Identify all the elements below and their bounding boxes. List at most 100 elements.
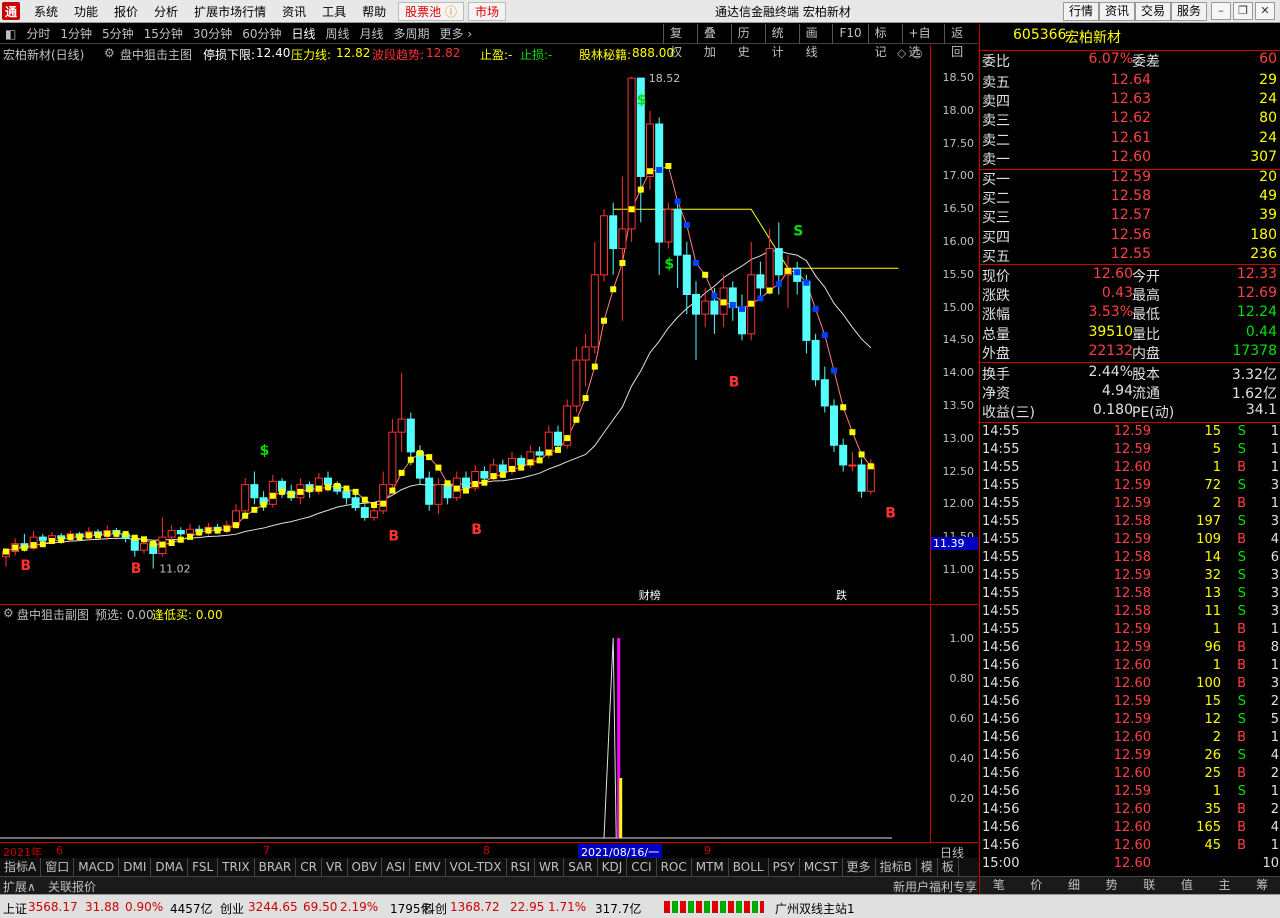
period-multi[interactable]: 多周期	[389, 25, 435, 42]
indicator-tab-22[interactable]: PSY	[769, 858, 800, 876]
candle	[609, 202, 618, 293]
stock-pool-button[interactable]: 股票池 ⓘ	[398, 1, 464, 21]
indicator-tab-8[interactable]: CR	[296, 858, 322, 876]
circle-icon[interactable]: ○	[912, 46, 922, 60]
indicator-tab-12[interactable]: EMV	[410, 858, 446, 876]
tick-volume: 32	[1204, 568, 1221, 583]
indicator-tab-14[interactable]: RSI	[507, 858, 536, 876]
stat-row: 涨幅 3.53% 最低 12.24	[980, 304, 1280, 323]
related-quote-button[interactable]: 关联报价	[48, 878, 96, 895]
stat2-value: 0.180	[1092, 402, 1133, 419]
panel-tab-6[interactable]: 主	[1206, 877, 1244, 894]
indicator-tab-26[interactable]: 模	[917, 858, 938, 876]
stat2-row: 换手 2.44% 股本 3.32亿	[980, 364, 1280, 383]
indicator-tab-18[interactable]: CCI	[627, 858, 657, 876]
indicator-tab-15[interactable]: WR	[535, 858, 565, 876]
promo-link[interactable]: 新用户福利专享	[893, 878, 977, 895]
menu-news[interactable]: 资讯	[274, 3, 314, 20]
panel-tab-7[interactable]: 筹	[1243, 877, 1280, 894]
sub-indicator-name[interactable]: 盘中狙击副图	[17, 606, 89, 623]
panel-tab-1[interactable]: 价	[1018, 877, 1056, 894]
indicator-tab-6[interactable]: TRIX	[218, 858, 255, 876]
indicator-tab-10[interactable]: OBV	[348, 858, 383, 876]
menu-quote[interactable]: 报价	[106, 3, 146, 20]
stats-button[interactable]: 统计	[764, 24, 799, 59]
period-monthly[interactable]: 月线	[355, 25, 389, 42]
news-tab-button[interactable]: 资讯	[1099, 2, 1136, 21]
period-intraday[interactable]: 分时	[21, 25, 55, 42]
gear-icon[interactable]: ⚙	[104, 46, 115, 60]
period-30min[interactable]: 30分钟	[188, 25, 237, 42]
indicator-tab-11[interactable]: ASI	[382, 858, 411, 876]
indicator-tab-13[interactable]: VOL-TDX	[446, 858, 507, 876]
panel-tab-0[interactable]: 笔	[980, 877, 1018, 894]
period-15min[interactable]: 15分钟	[139, 25, 188, 42]
buy-label: 买二	[982, 191, 1010, 208]
diamond-icon[interactable]: ◇	[897, 46, 906, 60]
server-label[interactable]: 广州双线主站1	[775, 900, 855, 917]
stat-label2: 量比	[1132, 326, 1160, 343]
draw-button[interactable]: 画线	[798, 24, 833, 59]
period-daily[interactable]: 日线	[286, 25, 320, 42]
period-more[interactable]: 更多 ›	[435, 25, 478, 42]
indicator-tab-9[interactable]: VR	[322, 858, 348, 876]
history-button[interactable]: 历史	[730, 24, 765, 59]
overlay-button[interactable]: 叠加	[696, 24, 731, 59]
indicator-tab-2[interactable]: MACD	[74, 858, 120, 876]
annotation-drop[interactable]: 跌	[836, 588, 847, 602]
menu-tools[interactable]: 工具	[314, 3, 354, 20]
main-indicator-name[interactable]: 盘中狙击主图	[120, 46, 192, 63]
add-watchlist-button[interactable]: +自选	[901, 24, 945, 59]
panel-tab-2[interactable]: 细	[1055, 877, 1093, 894]
tick-price: 12.60	[1113, 838, 1151, 853]
period-60min[interactable]: 60分钟	[237, 25, 286, 42]
trade-tab-button[interactable]: 交易	[1135, 2, 1172, 21]
period-weekly[interactable]: 周线	[321, 25, 355, 42]
menu-help[interactable]: 帮助	[354, 3, 394, 20]
indicator-tab-1[interactable]: 窗口	[41, 858, 75, 876]
adjust-button[interactable]: 复权	[663, 24, 697, 59]
indicator-tab-20[interactable]: MTM	[692, 858, 729, 876]
indicator-tab-7[interactable]: BRAR	[255, 858, 297, 876]
candlestick-chart[interactable]: B B B B B B $ $ S $18.52 11.02 财榜 跌	[0, 63, 930, 603]
mark-button[interactable]: 标记	[867, 24, 902, 59]
indicator-tab-24[interactable]: 更多	[843, 858, 876, 876]
menu-system[interactable]: 系统	[26, 3, 66, 20]
indicator-tab-4[interactable]: DMA	[151, 858, 189, 876]
sub-indicator-chart[interactable]	[0, 622, 930, 842]
panel-tab-4[interactable]: 联	[1131, 877, 1169, 894]
tick-side: S	[1237, 478, 1246, 493]
panel-toggle-icon[interactable]: ◧	[0, 27, 21, 41]
menu-function[interactable]: 功能	[66, 3, 106, 20]
annotation-fin[interactable]: 财榜	[639, 588, 661, 602]
sell-price: 12.63	[1110, 91, 1151, 108]
f10-button[interactable]: F10	[832, 24, 867, 44]
indicator-tab-0[interactable]: 指标A	[0, 858, 42, 876]
back-button[interactable]: 返回	[944, 24, 978, 59]
indicator-tab-16[interactable]: SAR	[564, 858, 598, 876]
quote-tab-button[interactable]: 行情	[1063, 2, 1100, 21]
panel-tab-5[interactable]: 值	[1168, 877, 1206, 894]
menu-extended-market[interactable]: 扩展市场行情	[186, 3, 274, 20]
indicator-tab-27[interactable]: 板	[938, 858, 959, 876]
indicator-tab-3[interactable]: DMI	[119, 858, 152, 876]
market-button[interactable]: 市场	[467, 1, 506, 21]
indicator-tab-17[interactable]: KDJ	[598, 858, 628, 876]
period-5min[interactable]: 5分钟	[97, 25, 139, 42]
extend-button[interactable]: 扩展∧	[3, 878, 36, 895]
sub-gear-icon[interactable]: ⚙	[3, 606, 14, 620]
restore-icon[interactable]: ❐	[1233, 2, 1253, 20]
indicator-tab-25[interactable]: 指标B	[876, 858, 917, 876]
indicator-tab-21[interactable]: BOLL	[729, 858, 769, 876]
indicator-tab-23[interactable]: MCST	[800, 858, 843, 876]
indicator-tab-5[interactable]: FSL	[188, 858, 219, 876]
period-1min[interactable]: 1分钟	[55, 25, 97, 42]
indicator-tab-19[interactable]: ROC	[657, 858, 692, 876]
service-tab-button[interactable]: 服务	[1171, 2, 1208, 21]
close-icon[interactable]: ✕	[1255, 2, 1275, 20]
panel-tab-3[interactable]: 势	[1093, 877, 1131, 894]
stop-loss-label: 停损下限:	[203, 48, 256, 62]
minimize-icon[interactable]: –	[1211, 2, 1231, 20]
menu-analysis[interactable]: 分析	[146, 3, 186, 20]
trend-block	[785, 267, 791, 274]
